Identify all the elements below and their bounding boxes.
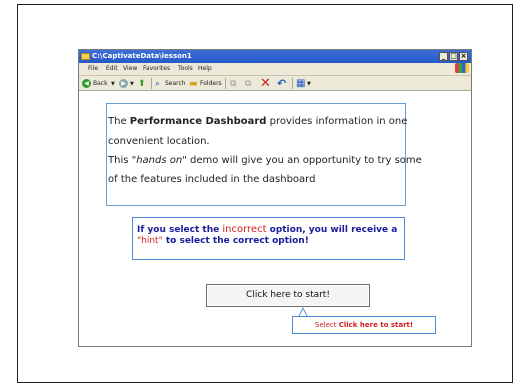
menu-file[interactable]: File — [88, 63, 98, 75]
views-dropdown-icon[interactable]: ▼ — [307, 76, 311, 92]
back-arrow-icon: ◀ — [82, 79, 91, 88]
separator — [225, 78, 226, 89]
move-to-icon[interactable]: ⧉ — [230, 76, 236, 92]
close-button[interactable]: × — [459, 52, 468, 61]
folders-icon: ▬ — [189, 79, 198, 89]
click-here-to-start-button[interactable]: Click here to start! — [206, 284, 370, 307]
menu-edit[interactable]: Edit — [106, 63, 118, 75]
up-folder-icon[interactable]: ⬆ — [138, 76, 146, 92]
minimize-button[interactable]: _ — [439, 52, 448, 61]
instruction-caption: Select Click here to start! — [292, 316, 436, 334]
menu-favorites[interactable]: Favorites — [143, 63, 170, 75]
back-dropdown-icon[interactable]: ▼ — [111, 76, 115, 92]
back-button[interactable]: Back — [93, 76, 108, 92]
views-icon[interactable]: ▦ — [296, 76, 305, 92]
separator — [151, 78, 152, 89]
info-text-box: The Performance Dashboard provides infor… — [106, 103, 422, 206]
hint-line-1: If you select the incorrect option, you … — [137, 224, 398, 235]
menu-help[interactable]: Help — [198, 63, 212, 75]
search-button[interactable]: Search — [165, 76, 186, 92]
title-bar[interactable]: C:\CaptivateData\lesson1 _ □ × — [79, 50, 471, 63]
info-line-1: The Performance Dashboard provides infor… — [108, 116, 408, 127]
undo-icon[interactable]: ↶ — [277, 76, 286, 92]
toolbar: ◀ Back ▼ ▶ ▼ ⬆ ⌕ Search ▬ Folders ⧉ ⧉ ✕ … — [79, 75, 471, 91]
hint-line-2: "hint" to select the correct option! — [137, 236, 309, 246]
forward-dropdown-icon[interactable]: ▼ — [130, 76, 134, 92]
info-line-2: convenient location. — [108, 136, 210, 147]
windows-logo-icon — [455, 63, 469, 73]
maximize-button[interactable]: □ — [449, 52, 458, 61]
menu-view[interactable]: View — [123, 63, 137, 75]
folders-button[interactable]: Folders — [200, 76, 222, 92]
folder-icon — [81, 53, 90, 60]
info-line-4: of the features included in the dashboar… — [108, 174, 316, 185]
hint-message-box: If you select the incorrect option, you … — [132, 217, 405, 260]
info-line-3: This "hands on" demo will give you an op… — [108, 155, 422, 166]
copy-to-icon[interactable]: ⧉ — [245, 76, 251, 92]
forward-arrow-icon[interactable]: ▶ — [119, 79, 128, 88]
separator — [292, 78, 293, 89]
menu-tools[interactable]: Tools — [178, 63, 193, 75]
window-title: C:\CaptivateData\lesson1 — [92, 52, 192, 60]
delete-icon[interactable]: ✕ — [260, 76, 271, 92]
search-icon: ⌕ — [155, 79, 161, 89]
menu-bar: File Edit View Favorites Tools Help — [79, 63, 471, 75]
